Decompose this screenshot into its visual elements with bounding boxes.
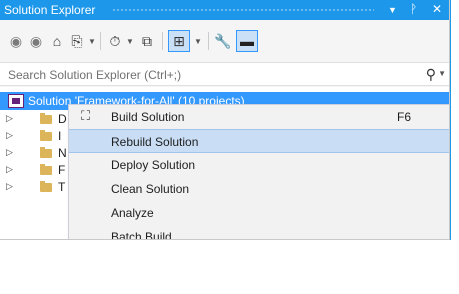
toolbar-separator <box>100 32 101 50</box>
menu-item-clean-solution[interactable]: Clean Solution <box>69 177 449 201</box>
show-all-files-dropdown-icon[interactable]: ▼ <box>194 30 202 52</box>
window-border <box>450 0 451 240</box>
tree-item[interactable]: ▷ F <box>0 162 70 179</box>
collapse-all-icon[interactable]: ⧉ <box>138 30 156 52</box>
tree-item[interactable]: ▷ T <box>0 179 70 196</box>
menu-item-batch-build[interactable]: Batch Build... <box>69 225 449 240</box>
menu-item-label: Clean Solution <box>111 182 190 196</box>
home-icon[interactable]: ⌂ <box>48 30 66 52</box>
pin-icon[interactable]: ᚹ <box>410 2 417 16</box>
titlebar-grip[interactable] <box>112 8 374 13</box>
explorer-toolbar: ◉ ◉ ⌂ ⎘ ▼ ⏱ ▼ ⧉ ⊞ ▼ 🔧 ▬ <box>0 20 449 62</box>
search-box[interactable]: Search Solution Explorer (Ctrl+;) ⚲ ▼ <box>0 62 449 86</box>
forward-icon[interactable]: ◉ <box>28 30 44 52</box>
expand-arrow-icon[interactable]: ▷ <box>6 181 13 192</box>
window-title: Solution Explorer <box>4 3 96 17</box>
search-icon[interactable]: ⚲ <box>426 66 436 83</box>
back-icon[interactable]: ◉ <box>8 30 24 52</box>
show-all-files-icon[interactable]: ⊞ <box>168 30 190 52</box>
menu-item-label: Deploy Solution <box>111 158 196 172</box>
folder-icon <box>40 113 52 124</box>
solution-icon <box>8 94 24 108</box>
expand-arrow-icon[interactable]: ▷ <box>6 164 13 175</box>
menu-item-analyze[interactable]: Analyze <box>69 201 449 225</box>
switch-views-dropdown-icon[interactable]: ▼ <box>88 30 96 52</box>
menu-item-shortcut: F6 <box>397 110 412 124</box>
menu-item-label: Build Solution <box>111 110 185 124</box>
pending-changes-dropdown-icon[interactable]: ▼ <box>126 30 134 52</box>
menu-item-label: Batch Build... <box>111 230 182 240</box>
menu-item-rebuild-solution[interactable]: Rebuild Solution <box>69 129 449 153</box>
close-icon[interactable]: ✕ <box>432 2 442 16</box>
expand-arrow-icon[interactable]: ▷ <box>6 130 13 141</box>
tree-item-label: D <box>58 112 67 126</box>
menu-item-label: Analyze <box>111 206 154 220</box>
menu-item-build-solution[interactable]: ⛶ Build Solution F6 <box>69 105 449 129</box>
pending-changes-filter-icon[interactable]: ⏱ <box>106 30 124 52</box>
tree-item-label: N <box>58 146 67 160</box>
toolbar-separator <box>162 32 163 50</box>
build-icon: ⛶ <box>81 108 91 123</box>
menu-item-deploy-solution[interactable]: Deploy Solution <box>69 153 449 177</box>
folder-icon <box>40 147 52 158</box>
solution-explorer-window: Solution Explorer ▼ ᚹ ✕ ◉ ◉ ⌂ ⎘ ▼ ⏱ ▼ ⧉ … <box>0 0 450 240</box>
tree-item-label: T <box>58 180 66 194</box>
search-options-dropdown-icon[interactable]: ▼ <box>438 69 446 78</box>
tree-item[interactable]: ▷ I <box>0 128 70 145</box>
menu-item-label: Rebuild Solution <box>111 135 199 149</box>
expand-arrow-icon[interactable]: ▷ <box>6 147 13 158</box>
toolbar-separator <box>208 32 209 50</box>
expand-arrow-icon[interactable]: ▷ <box>6 113 13 124</box>
preview-selected-items-icon[interactable]: ▬ <box>236 30 258 52</box>
tree-item[interactable]: ▷ N <box>0 145 70 162</box>
window-titlebar[interactable]: Solution Explorer ▼ ᚹ ✕ <box>0 0 449 20</box>
window-position-dropdown-icon[interactable]: ▼ <box>388 5 397 15</box>
folder-icon <box>40 130 52 141</box>
tree-item-label: F <box>58 163 66 177</box>
folder-icon <box>40 181 52 192</box>
search-input[interactable]: Search Solution Explorer (Ctrl+;) <box>8 68 181 82</box>
solution-context-menu: ⛶ Build Solution F6 Rebuild Solution Dep… <box>68 104 449 240</box>
switch-views-icon[interactable]: ⎘ <box>68 30 86 52</box>
tree-item-label: I <box>58 129 62 143</box>
folder-icon <box>40 164 52 175</box>
tree-item[interactable]: ▷ D <box>0 111 70 128</box>
properties-icon[interactable]: 🔧 <box>214 30 232 52</box>
